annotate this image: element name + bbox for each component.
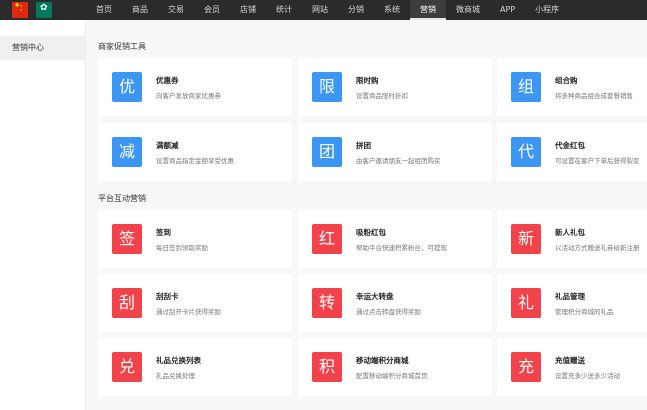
main-content: 商家促销工具 优 优惠券 向客户发放商家优惠券 限 限时购 设置商品限时折扣 组… [86, 20, 647, 410]
card-title: 幸运大转盘 [356, 292, 394, 301]
card-description: 设置商品指定金额享受优惠 [156, 157, 234, 165]
card-mobile-points-mall[interactable]: 积 移动端积分商城 配置移动端积分商城首页 [298, 338, 492, 396]
nav-item-shops[interactable]: 店铺 [230, 0, 266, 20]
card-title: 刮刮卡 [156, 292, 179, 301]
nav-item-distribution[interactable]: 分销 [338, 0, 374, 20]
nav-item-products[interactable]: 商品 [122, 0, 158, 20]
card-title: 新人礼包 [555, 228, 585, 237]
recharge-bonus-icon: 充 [511, 352, 541, 382]
china-flag-icon[interactable] [12, 2, 28, 18]
card-title: 吸粉红包 [356, 228, 386, 237]
sidebar: 营销中心 [0, 20, 86, 410]
macau-flag-icon[interactable] [36, 2, 52, 18]
lucky-wheel-icon: 转 [312, 288, 342, 318]
card-title: 拼团 [356, 141, 371, 150]
top-nav-bar: 首页 商品 交易 会员 店铺 统计 网站 分销 系统 营销 微商城 APP 小程… [0, 0, 647, 20]
card-group-buy[interactable]: 团 拼团 由客户邀请朋友一起组团购买 [298, 123, 492, 181]
card-description: 以活动方式赠送礼券给新注册 [555, 244, 640, 252]
card-bundle[interactable]: 组 组合购 将多种商品组合成套餐销售 [497, 58, 647, 116]
card-description: 向客户发放商家优惠券 [156, 92, 221, 100]
card-coupon[interactable]: 优 优惠券 向客户发放商家优惠券 [98, 58, 292, 116]
bundle-icon: 组 [511, 72, 541, 102]
card-title: 充值赠送 [555, 356, 585, 365]
flash-sale-icon: 限 [312, 72, 342, 102]
nav-item-members[interactable]: 会员 [194, 0, 230, 20]
nav-item-marketing[interactable]: 营销 [410, 0, 446, 20]
nav-item-mini-program[interactable]: 小程序 [525, 0, 569, 20]
sign-in-icon: 签 [112, 224, 142, 254]
card-recharge-bonus[interactable]: 充 充值赠送 设置充多少送多少活动 [497, 338, 647, 396]
card-sign-in[interactable]: 签 签到 每日签到领取奖励 [98, 210, 292, 268]
card-description: 帮助平台快速积累粉丝，可提现 [356, 244, 447, 252]
nav-item-system[interactable]: 系统 [374, 0, 410, 20]
fan-red-packet-icon: 红 [312, 224, 342, 254]
card-lucky-wheel[interactable]: 转 幸运大转盘 通过点击转盘获得奖励 [298, 274, 492, 332]
card-title: 移动端积分商城 [356, 356, 409, 365]
card-title: 组合购 [555, 76, 578, 85]
coupon-icon: 优 [112, 72, 142, 102]
main-nav: 首页 商品 交易 会员 店铺 统计 网站 分销 系统 营销 微商城 APP 小程… [86, 0, 569, 20]
card-description: 通过点击转盘获得奖励 [356, 308, 421, 316]
card-title: 满额减 [156, 141, 179, 150]
section-title-platform-interaction: 平台互动营销 [98, 194, 146, 203]
cash-red-packet-icon: 代 [511, 137, 541, 167]
card-description: 通过刮开卡片获得奖励 [156, 308, 221, 316]
nav-item-trade[interactable]: 交易 [158, 0, 194, 20]
card-scratch-card[interactable]: 刮 刮刮卡 通过刮开卡片获得奖励 [98, 274, 292, 332]
card-fan-red-packet[interactable]: 红 吸粉红包 帮助平台快速积累粉丝，可提现 [298, 210, 492, 268]
card-description: 将多种商品组合成套餐销售 [555, 92, 633, 100]
card-title: 签到 [156, 228, 171, 237]
card-full-reduction[interactable]: 减 满额减 设置商品指定金额享受优惠 [98, 123, 292, 181]
card-title: 礼品兑换列表 [156, 356, 201, 365]
card-gift-exchange-list[interactable]: 兑 礼品兑换列表 礼品兑换处理 [98, 338, 292, 396]
gift-management-icon: 礼 [511, 288, 541, 318]
card-description: 管理积分商城的礼品 [555, 308, 614, 316]
gift-exchange-icon: 兑 [112, 352, 142, 382]
card-cash-red-packet[interactable]: 代 代金红包 可设置在客户下单后获得裂变 [497, 123, 647, 181]
card-newcomer-gift[interactable]: 新 新人礼包 以活动方式赠送礼券给新注册 [497, 210, 647, 268]
card-description: 每日签到领取奖励 [156, 244, 208, 252]
card-description: 配置移动端积分商城首页 [356, 372, 428, 380]
sidebar-item-marketing-center[interactable]: 营销中心 [0, 36, 85, 60]
group-buy-icon: 团 [312, 137, 342, 167]
points-mall-icon: 积 [312, 352, 342, 382]
nav-item-statistics[interactable]: 统计 [266, 0, 302, 20]
card-gift-management[interactable]: 礼 礼品管理 管理积分商城的礼品 [497, 274, 647, 332]
card-title: 礼品管理 [555, 292, 585, 301]
nav-item-wechat-mall[interactable]: 微商城 [446, 0, 490, 20]
card-description: 由客户邀请朋友一起组团购买 [356, 157, 441, 165]
section-title-merchant-promotion: 商家促销工具 [98, 42, 146, 51]
card-title: 限时购 [356, 76, 379, 85]
card-description: 礼品兑换处理 [156, 372, 195, 380]
nav-item-website[interactable]: 网站 [302, 0, 338, 20]
scratch-card-icon: 刮 [112, 288, 142, 318]
card-description: 设置商品限时折扣 [356, 92, 408, 100]
full-reduction-icon: 减 [112, 137, 142, 167]
newcomer-gift-icon: 新 [511, 224, 541, 254]
nav-item-home[interactable]: 首页 [86, 0, 122, 20]
card-description: 可设置在客户下单后获得裂变 [555, 157, 640, 165]
card-flash-sale[interactable]: 限 限时购 设置商品限时折扣 [298, 58, 492, 116]
card-title: 代金红包 [555, 141, 585, 150]
card-description: 设置充多少送多少活动 [555, 372, 620, 380]
nav-item-app[interactable]: APP [490, 0, 525, 20]
card-title: 优惠券 [156, 76, 179, 85]
